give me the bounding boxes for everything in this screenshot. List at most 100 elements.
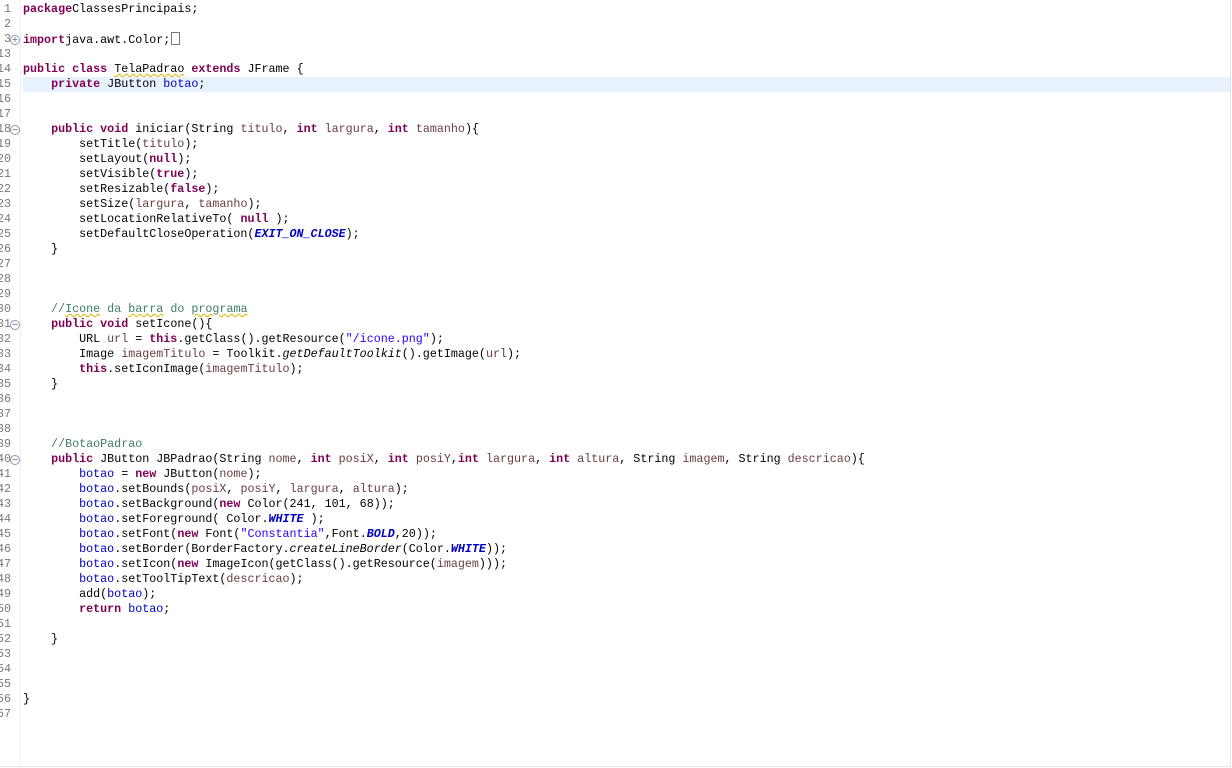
code-line[interactable]: 1 packageClassesPrincipais; <box>0 2 1230 17</box>
code-text[interactable]: } <box>23 377 1230 392</box>
fold-collapse-icon[interactable]: − <box>10 320 20 330</box>
code-text[interactable]: Image imagemTitulo = Toolkit.getDefaultT… <box>23 347 1230 362</box>
code-text[interactable] <box>23 272 1230 287</box>
code-text[interactable]: setLocationRelativeTo( null ); <box>23 212 1230 227</box>
code-line-current[interactable]: 15 private JButton botao; <box>0 77 1230 92</box>
code-text[interactable]: importjava.awt.Color; <box>23 32 1230 47</box>
code-text[interactable]: botao = new JButton(nome); <box>23 467 1230 482</box>
code-text[interactable]: botao.setFont(new Font("Constantia",Font… <box>23 527 1230 542</box>
code-line[interactable]: 3 + importjava.awt.Color; <box>0 32 1230 47</box>
code-line[interactable]: 33 Image imagemTitulo = Toolkit.getDefau… <box>0 347 1230 362</box>
code-text[interactable]: //BotaoPadrao <box>23 437 1230 452</box>
code-editor[interactable]: 1 packageClassesPrincipais; 2 3 + importjava.… <box>0 0 1231 767</box>
code-line[interactable]: 35 } <box>0 377 1230 392</box>
code-line[interactable]: 20 setLayout(null); <box>0 152 1230 167</box>
code-line[interactable]: 55 <box>0 677 1230 692</box>
code-line[interactable]: 14 public class TelaPadrao extends JFrame… <box>0 62 1230 77</box>
code-line[interactable]: 57 <box>0 707 1230 722</box>
code-line[interactable]: 34 this.setIconImage(imagemTitulo); <box>0 362 1230 377</box>
code-line[interactable]: 46 botao.setBorder(BorderFactory.createL… <box>0 542 1230 557</box>
code-line[interactable]: 21 setVisible(true); <box>0 167 1230 182</box>
code-line[interactable]: 45 botao.setFont(new Font("Constantia",F… <box>0 527 1230 542</box>
code-line[interactable]: 29 <box>0 287 1230 302</box>
code-line[interactable]: 19 setTitle(titulo); <box>0 137 1230 152</box>
fold-collapse-icon[interactable]: − <box>10 455 20 465</box>
code-text[interactable] <box>23 677 1230 692</box>
code-text[interactable]: packageClassesPrincipais; <box>23 2 1230 17</box>
code-text[interactable]: setTitle(titulo); <box>23 137 1230 152</box>
collapsed-imports-icon[interactable] <box>171 32 181 45</box>
code-text[interactable]: public void iniciar(String titulo, int l… <box>23 122 1230 137</box>
code-text[interactable] <box>23 662 1230 677</box>
code-text[interactable] <box>23 287 1230 302</box>
code-line[interactable]: 13 <box>0 47 1230 62</box>
code-line[interactable]: 48 botao.setToolTipText(descricao); <box>0 572 1230 587</box>
code-text[interactable]: } <box>23 242 1230 257</box>
code-line[interactable]: 18− public void iniciar(String titulo, i… <box>0 122 1230 137</box>
code-text[interactable] <box>23 17 1230 32</box>
code-text[interactable]: setLayout(null); <box>23 152 1230 167</box>
code-text[interactable]: botao.setToolTipText(descricao); <box>23 572 1230 587</box>
code-line[interactable]: 31− public void setIcone(){ <box>0 317 1230 332</box>
code-text[interactable] <box>23 392 1230 407</box>
code-line[interactable]: 43 botao.setBackground(new Color(241, 10… <box>0 497 1230 512</box>
code-text[interactable]: URL url = this.getClass().getResource("/… <box>23 332 1230 347</box>
code-line[interactable]: 24 setLocationRelativeTo( null ); <box>0 212 1230 227</box>
code-text[interactable]: //Icone da barra do programa <box>23 302 1230 317</box>
code-line[interactable]: 49 add(botao); <box>0 587 1230 602</box>
code-text[interactable]: return botao; <box>23 602 1230 617</box>
code-line[interactable]: 25 setDefaultCloseOperation(EXIT_ON_CLOS… <box>0 227 1230 242</box>
code-text[interactable]: add(botao); <box>23 587 1230 602</box>
code-text[interactable] <box>23 407 1230 422</box>
code-line[interactable]: 36 <box>0 392 1230 407</box>
code-text[interactable]: public JButton JBPadrao(String nome, int… <box>23 452 1230 467</box>
code-text[interactable]: setVisible(true); <box>23 167 1230 182</box>
fold-collapse-icon[interactable]: − <box>10 125 20 135</box>
code-line[interactable]: 41 botao = new JButton(nome); <box>0 467 1230 482</box>
code-line[interactable]: 39 //BotaoPadrao <box>0 437 1230 452</box>
code-text[interactable]: setResizable(false); <box>23 182 1230 197</box>
code-text[interactable] <box>23 107 1230 122</box>
code-text[interactable]: botao.setBounds(posiX, posiY, largura, a… <box>23 482 1230 497</box>
code-text[interactable] <box>23 617 1230 632</box>
code-line[interactable]: 47 botao.setIcon(new ImageIcon(getClass(… <box>0 557 1230 572</box>
code-text[interactable]: } <box>23 632 1230 647</box>
code-line[interactable]: 38 <box>0 422 1230 437</box>
code-text[interactable] <box>23 647 1230 662</box>
code-line[interactable]: 52 } <box>0 632 1230 647</box>
code-text[interactable] <box>23 707 1230 722</box>
code-text[interactable]: botao.setBorder(BorderFactory.createLine… <box>23 542 1230 557</box>
code-text[interactable]: public class TelaPadrao extends JFrame { <box>23 62 1230 77</box>
code-line[interactable]: 54 <box>0 662 1230 677</box>
code-line[interactable]: 51 <box>0 617 1230 632</box>
code-line[interactable]: 42 botao.setBounds(posiX, posiY, largura… <box>0 482 1230 497</box>
code-line[interactable]: 16 <box>0 92 1230 107</box>
code-line[interactable]: 40− public JButton JBPadrao(String nome,… <box>0 452 1230 467</box>
code-text[interactable] <box>23 47 1230 62</box>
code-text[interactable] <box>23 257 1230 272</box>
code-line[interactable]: 56} <box>0 692 1230 707</box>
code-line[interactable]: 23 setSize(largura, tamanho); <box>0 197 1230 212</box>
code-line[interactable]: 53 <box>0 647 1230 662</box>
code-text[interactable]: public void setIcone(){ <box>23 317 1230 332</box>
code-text[interactable]: } <box>23 692 1230 707</box>
code-line[interactable]: 50 return botao; <box>0 602 1230 617</box>
code-text[interactable]: private JButton botao; <box>23 77 1230 92</box>
code-text[interactable]: botao.setForeground( Color.WHITE ); <box>23 512 1230 527</box>
fold-expand-icon[interactable]: + <box>10 35 20 45</box>
code-text[interactable]: setSize(largura, tamanho); <box>23 197 1230 212</box>
code-line[interactable]: 30 //Icone da barra do programa <box>0 302 1230 317</box>
code-line[interactable]: 32 URL url = this.getClass().getResource… <box>0 332 1230 347</box>
code-text[interactable]: botao.setIcon(new ImageIcon(getClass().g… <box>23 557 1230 572</box>
code-line[interactable]: 17 <box>0 107 1230 122</box>
code-text[interactable]: this.setIconImage(imagemTitulo); <box>23 362 1230 377</box>
code-line[interactable]: 37 <box>0 407 1230 422</box>
code-line[interactable]: 26 } <box>0 242 1230 257</box>
code-text[interactable] <box>23 422 1230 437</box>
code-text[interactable]: botao.setBackground(new Color(241, 101, … <box>23 497 1230 512</box>
code-line[interactable]: 2 <box>0 17 1230 32</box>
code-line[interactable]: 22 setResizable(false); <box>0 182 1230 197</box>
code-text[interactable] <box>23 92 1230 107</box>
code-line[interactable]: 28 <box>0 272 1230 287</box>
code-text[interactable]: setDefaultCloseOperation(EXIT_ON_CLOSE); <box>23 227 1230 242</box>
